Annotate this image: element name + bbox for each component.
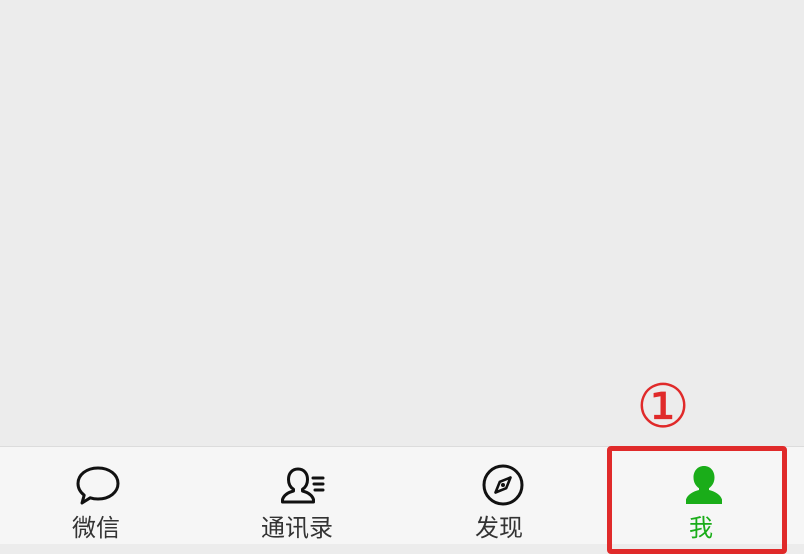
tab-contacts[interactable]: 通讯录 [201, 447, 402, 545]
tab-label-contacts: 通讯录 [261, 514, 333, 542]
tab-label-chats: 微信 [72, 514, 120, 542]
tab-me[interactable]: 我 [603, 447, 804, 545]
annotation-step-marker: ① [636, 372, 690, 442]
tab-label-me: 我 [689, 514, 713, 542]
tab-discover[interactable]: 发现 [402, 447, 603, 545]
tab-label-discover: 发现 [475, 514, 523, 542]
person-icon [679, 461, 729, 509]
tab-chats[interactable]: 微信 [0, 447, 201, 545]
contacts-icon [277, 461, 327, 509]
bottom-tab-bar: 微信 通讯录 发现 我 [0, 446, 804, 544]
chat-bubble-icon [73, 461, 123, 509]
compass-icon [478, 461, 528, 509]
